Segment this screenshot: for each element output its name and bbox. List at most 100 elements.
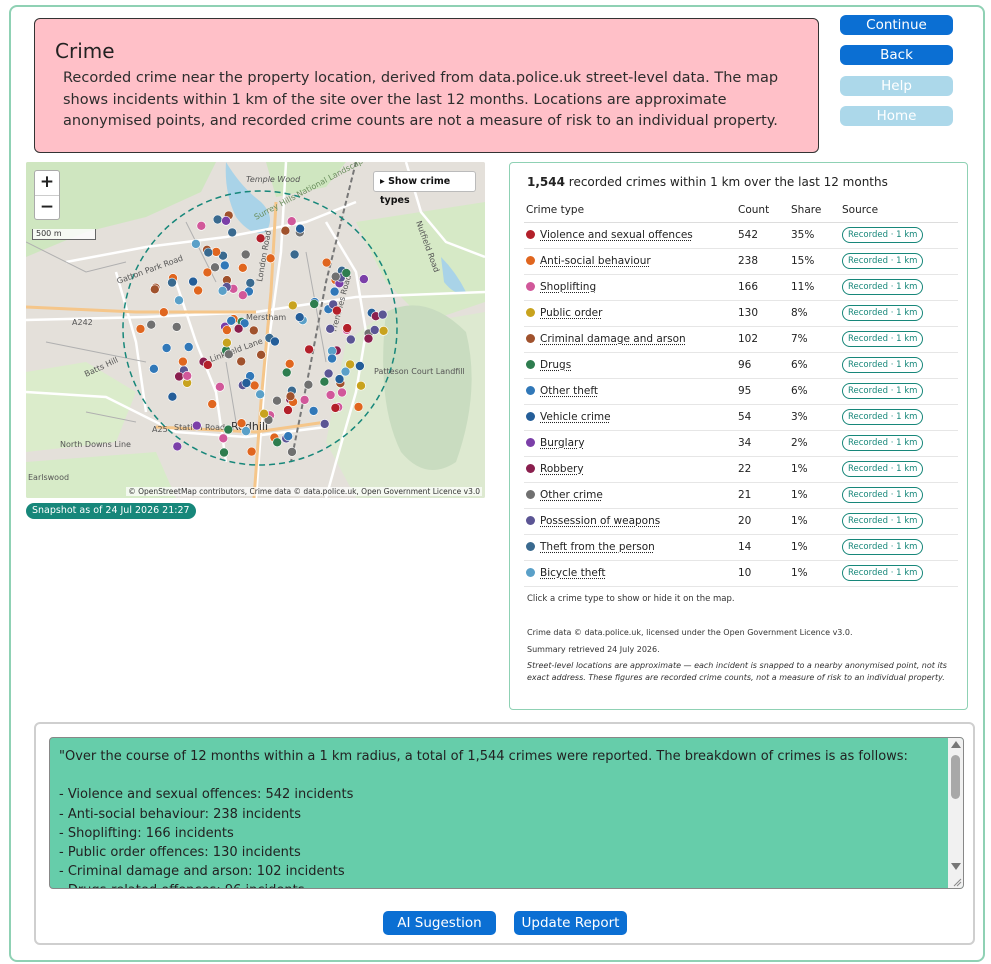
incident-marker[interactable] <box>330 271 341 282</box>
incident-marker[interactable] <box>283 431 294 442</box>
crime-row[interactable]: Bicycle theft 10 1% Recorded · 1 km <box>524 560 958 587</box>
incident-marker[interactable] <box>378 326 389 336</box>
incident-marker[interactable] <box>299 395 310 405</box>
incident-marker[interactable] <box>283 405 293 415</box>
incident-marker[interactable] <box>249 380 260 391</box>
show-crime-types-button[interactable]: ▸ Show crime types <box>373 171 476 206</box>
home-button[interactable]: Home <box>840 106 953 126</box>
report-textarea[interactable]: "Over the course of 12 months within a 1… <box>49 737 964 889</box>
incident-marker[interactable] <box>167 391 178 402</box>
crime-row[interactable]: Theft from the person 14 1% Recorded · 1 km <box>524 534 958 561</box>
crime-row[interactable]: Shoplifting 166 11% Recorded · 1 km <box>524 274 958 301</box>
zoom-in-button[interactable]: + <box>35 171 59 195</box>
scroll-up-icon[interactable] <box>951 741 961 748</box>
incident-marker[interactable] <box>355 361 365 371</box>
incident-marker[interactable] <box>337 387 347 398</box>
crime-row[interactable]: Other theft 95 6% Recorded · 1 km <box>524 378 958 405</box>
incident-marker[interactable] <box>174 295 184 306</box>
incident-marker[interactable] <box>287 447 297 457</box>
crime-row[interactable]: Criminal damage and arson 102 7% Recorded ·… <box>524 326 958 353</box>
incident-marker[interactable] <box>159 307 169 317</box>
crime-row[interactable]: Anti-social behaviour 238 15% Recorded · 1 … <box>524 248 958 275</box>
crime-type-cell[interactable]: Bicycle theft <box>524 560 738 587</box>
crime-type-cell[interactable]: Theft from the person <box>524 534 738 561</box>
incident-marker[interactable] <box>342 323 353 333</box>
crime-type-link[interactable]: Vehicle crime <box>540 411 611 423</box>
incident-marker[interactable] <box>289 249 300 260</box>
crime-type-cell[interactable]: Anti-social behaviour <box>524 248 738 275</box>
crime-map[interactable]: Gatton Park Road A242 Batts Hill Linkfie… <box>26 162 485 498</box>
crime-type-cell[interactable]: Criminal damage and arson <box>524 326 738 353</box>
incident-marker[interactable] <box>236 418 247 429</box>
incident-marker[interactable] <box>359 274 369 284</box>
incident-marker[interactable] <box>188 276 198 287</box>
crime-row[interactable]: Possession of weapons 20 1% Recorded · 1 km <box>524 508 958 535</box>
crime-type-link[interactable]: Bicycle theft <box>540 567 605 579</box>
crime-type-link[interactable]: Shoplifting <box>540 281 596 293</box>
incident-marker[interactable] <box>270 336 280 347</box>
incident-marker[interactable] <box>353 402 364 412</box>
incident-marker[interactable] <box>294 312 305 322</box>
incident-marker[interactable] <box>245 278 256 288</box>
incident-marker[interactable] <box>135 324 146 334</box>
incident-marker[interactable] <box>226 316 236 326</box>
incident-marker[interactable] <box>238 263 248 273</box>
incident-marker[interactable] <box>207 399 217 409</box>
incident-marker[interactable] <box>327 353 337 364</box>
crime-type-cell[interactable]: Other theft <box>524 378 738 405</box>
crime-row[interactable]: Violence and sexual offences 542 35% Record… <box>524 222 958 249</box>
incident-marker[interactable] <box>178 356 188 367</box>
crime-row[interactable]: Robbery 22 1% Recorded · 1 km <box>524 456 958 483</box>
incident-marker[interactable] <box>246 446 257 457</box>
incident-marker[interactable] <box>295 223 305 234</box>
incident-marker[interactable] <box>174 371 184 382</box>
incident-marker[interactable] <box>256 350 266 360</box>
incident-marker[interactable] <box>356 380 366 391</box>
incident-marker[interactable] <box>219 447 229 458</box>
incident-marker[interactable] <box>303 379 314 390</box>
incident-marker[interactable] <box>259 408 269 419</box>
incident-marker[interactable] <box>210 262 220 273</box>
crime-type-cell[interactable]: Burglary <box>524 430 738 457</box>
resize-grip-icon[interactable] <box>952 877 962 887</box>
crime-type-link[interactable]: Other theft <box>540 385 598 397</box>
incident-marker[interactable] <box>238 290 248 300</box>
incident-marker[interactable] <box>196 220 207 231</box>
update-report-button[interactable]: Update Report <box>514 911 627 935</box>
incident-marker[interactable] <box>217 286 228 296</box>
incident-marker[interactable] <box>202 267 213 278</box>
incident-marker[interactable] <box>249 325 259 336</box>
incident-marker[interactable] <box>241 426 251 436</box>
incident-marker[interactable] <box>222 325 232 335</box>
crime-type-link[interactable]: Public order <box>540 307 602 319</box>
incident-marker[interactable] <box>221 215 231 226</box>
incident-marker[interactable] <box>272 437 282 448</box>
ai-suggestion-button[interactable]: AI Sugestion <box>383 911 496 935</box>
crime-type-link[interactable]: Anti-social behaviour <box>540 255 651 267</box>
map-canvas[interactable]: Gatton Park Road A242 Batts Hill Linkfie… <box>26 162 485 498</box>
crime-type-cell[interactable]: Other crime <box>524 482 738 509</box>
incident-marker[interactable] <box>161 343 172 353</box>
incident-marker[interactable] <box>227 227 237 238</box>
incident-marker[interactable] <box>334 374 345 384</box>
crime-row[interactable]: Other crime 21 1% Recorded · 1 km <box>524 482 958 509</box>
incident-marker[interactable] <box>171 322 182 332</box>
scroll-down-icon[interactable] <box>951 863 961 870</box>
incident-marker[interactable] <box>304 344 314 355</box>
incident-marker[interactable] <box>224 349 234 360</box>
incident-marker[interactable] <box>172 441 183 452</box>
incident-marker[interactable] <box>241 378 252 388</box>
crime-type-cell[interactable]: Robbery <box>524 456 738 483</box>
incident-marker[interactable] <box>222 337 232 348</box>
incident-marker[interactable] <box>203 360 213 370</box>
incident-marker[interactable] <box>193 285 203 296</box>
crime-row[interactable]: Drugs 96 6% Recorded · 1 km <box>524 352 958 379</box>
incident-marker[interactable] <box>233 323 244 334</box>
incident-marker[interactable] <box>308 406 319 416</box>
report-text[interactable]: "Over the course of 12 months within a 1… <box>59 747 939 888</box>
incident-marker[interactable] <box>284 359 295 369</box>
crime-type-cell[interactable]: Violence and sexual offences <box>524 222 738 249</box>
crime-type-link[interactable]: Burglary <box>540 437 585 449</box>
crime-row[interactable]: Vehicle crime 54 3% Recorded · 1 km <box>524 404 958 431</box>
crime-type-cell[interactable]: Drugs <box>524 352 738 379</box>
